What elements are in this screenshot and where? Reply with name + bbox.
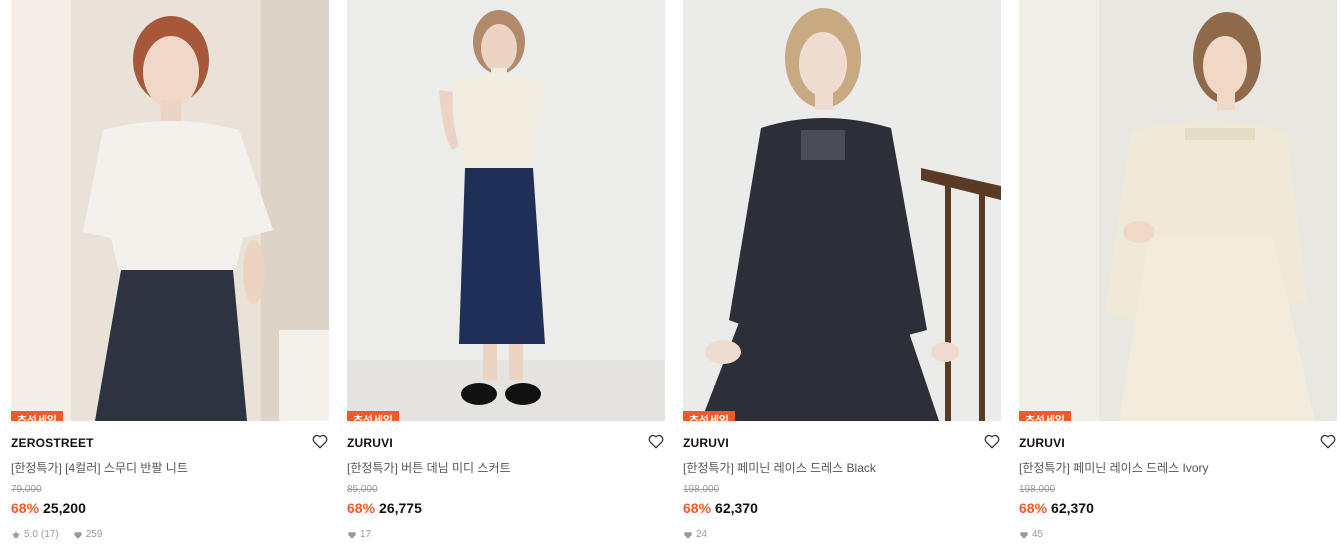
sale-price: 62,370 [715, 500, 758, 516]
product-image[interactable]: 추석세일 [11, 0, 329, 421]
original-price: 198,000 [683, 484, 720, 495]
heart-filled-icon [73, 531, 82, 539]
product-card[interactable]: 추석세일 ZURUVI [한정특가] 페미닌 레이스 드레스 Ivory 198… [1019, 0, 1337, 552]
price-line: 68% 26,775 [347, 500, 422, 516]
wishlist-heart-icon[interactable] [983, 432, 1001, 450]
sale-badge: 추석세일 [347, 411, 399, 421]
price-line: 68% 62,370 [683, 500, 758, 516]
heart-filled-icon [684, 531, 692, 539]
product-meta: 5.0 (17) 259 [11, 529, 102, 540]
discount-rate: 68% [11, 500, 40, 516]
rating-value: 5.0 [24, 529, 38, 540]
original-price: 79,000 [11, 484, 42, 495]
brand-name[interactable]: ZURUVI [347, 436, 393, 450]
brand-name[interactable]: ZURUVI [683, 436, 729, 450]
wishlist-heart-icon[interactable] [311, 432, 329, 450]
product-meta: 24 [683, 529, 707, 540]
product-card[interactable]: 추석세일 ZURUVI [한정특가] 버튼 데님 미디 스커트 85,000 6… [347, 0, 665, 552]
sale-badge: 추석세일 [11, 411, 63, 421]
discount-rate: 68% [683, 500, 712, 516]
brand-name[interactable]: ZURUVI [1019, 436, 1065, 450]
sale-badge: 추석세일 [1019, 411, 1071, 421]
heart-filled-icon [1020, 531, 1028, 539]
product-image[interactable]: 추석세일 [683, 0, 1001, 421]
like-count: 24 [696, 529, 708, 540]
product-image[interactable]: 추석세일 [1019, 0, 1337, 421]
wishlist-heart-icon[interactable] [1319, 432, 1337, 450]
sale-price: 25,200 [43, 500, 86, 516]
discount-rate: 68% [1019, 500, 1048, 516]
review-count: (17) [40, 529, 59, 540]
price-line: 68% 62,370 [1019, 500, 1094, 516]
like-count: 17 [360, 529, 372, 540]
wishlist-heart-icon[interactable] [647, 432, 665, 450]
like-count: 45 [1032, 529, 1044, 540]
product-meta: 17 [347, 529, 371, 540]
original-price: 198,000 [1019, 484, 1056, 495]
like-count: 259 [85, 529, 103, 540]
brand-name[interactable]: ZEROSTREET [11, 436, 94, 450]
price-line: 68% 25,200 [11, 500, 86, 516]
product-title[interactable]: [한정특가] 버튼 데님 미디 스커트 [347, 459, 511, 476]
sale-price: 62,370 [1051, 500, 1094, 516]
product-image[interactable]: 추석세일 [347, 0, 665, 421]
heart-filled-icon [348, 531, 356, 539]
product-card[interactable]: 추석세일 ZURUVI [한정특가] 페미닌 레이스 드레스 Black 198… [683, 0, 1001, 552]
product-title[interactable]: [한정특가] [4컬러] 스무디 반팔 니트 [11, 459, 188, 476]
product-grid: 추석세일 ZEROSTREET [한정특가] [4컬러] 스무디 반팔 니트 7… [0, 0, 1340, 552]
product-title[interactable]: [한정특가] 페미닌 레이스 드레스 Ivory [1019, 459, 1209, 476]
discount-rate: 68% [347, 500, 376, 516]
product-meta: 45 [1019, 529, 1043, 540]
product-title[interactable]: [한정특가] 페미닌 레이스 드레스 Black [683, 459, 876, 476]
sale-badge: 추석세일 [683, 411, 735, 421]
product-card[interactable]: 추석세일 ZEROSTREET [한정특가] [4컬러] 스무디 반팔 니트 7… [11, 0, 329, 552]
original-price: 85,000 [347, 484, 378, 495]
sale-price: 26,775 [379, 500, 422, 516]
star-icon [11, 530, 21, 539]
